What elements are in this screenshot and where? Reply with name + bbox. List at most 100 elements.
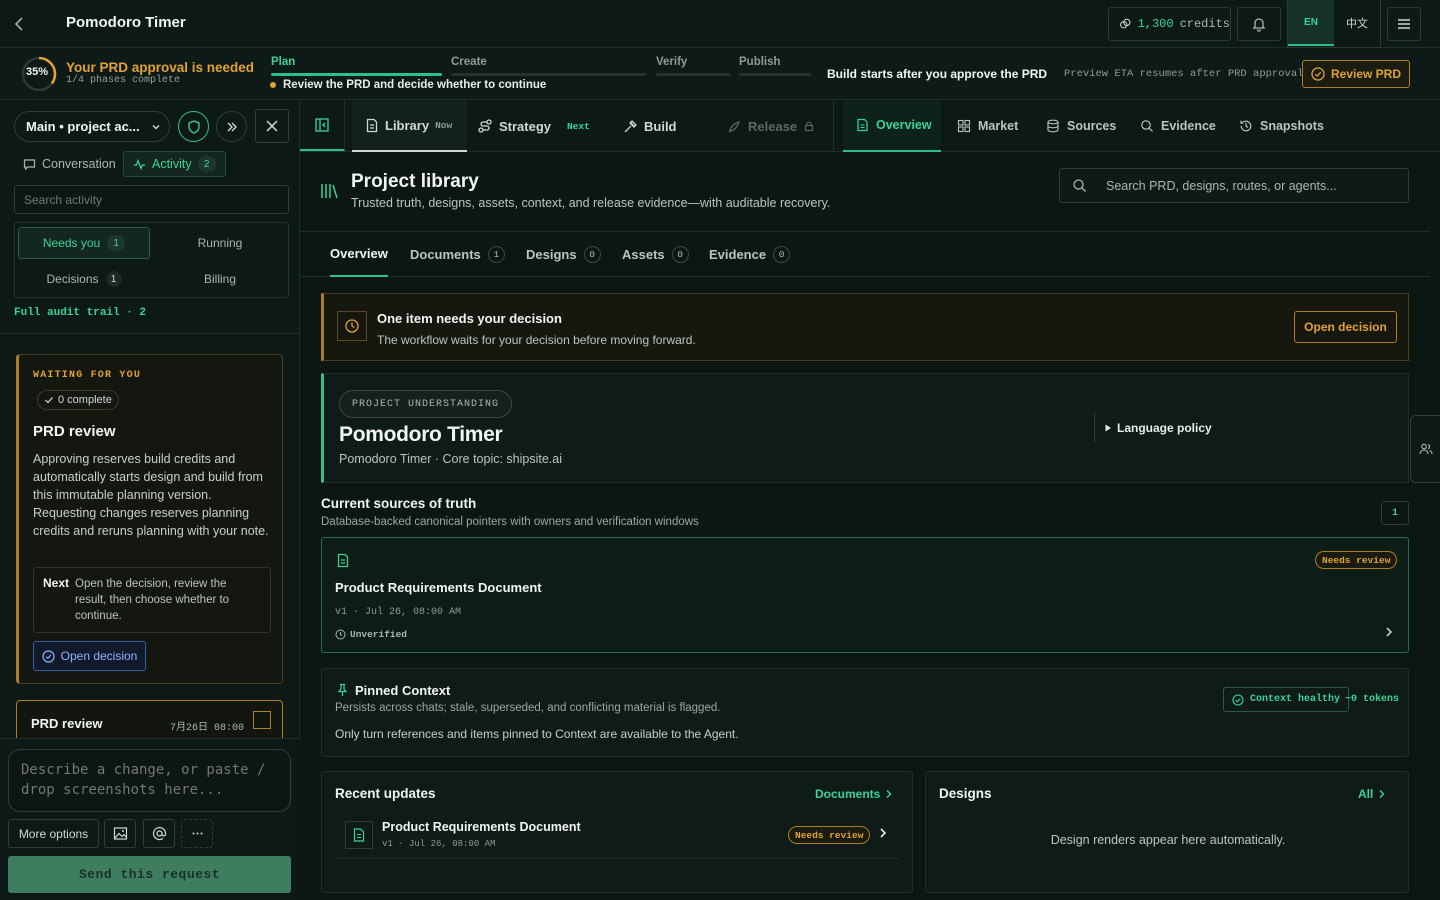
search-icon: [1073, 179, 1086, 192]
prd-source-card[interactable]: Product Requirements Document v1 · Jul 2…: [321, 537, 1409, 653]
tab-evidence-label: Evidence: [709, 247, 767, 262]
shield-button[interactable]: [178, 111, 209, 142]
waiting-body: Approving reserves build credits and aut…: [33, 452, 269, 538]
phase-verify-bar: [656, 73, 730, 76]
audit-trail-link[interactable]: Full audit trail · 2: [14, 307, 146, 319]
library-header: Project library Trusted truth, designs, …: [300, 152, 1430, 232]
credits-unit: credits: [1179, 17, 1230, 31]
open-decision-button[interactable]: Open decision: [1294, 311, 1397, 343]
check-circle-icon: [1232, 693, 1244, 706]
view-sources[interactable]: Sources: [1046, 100, 1116, 152]
sources-count: 1: [1381, 501, 1409, 525]
more-actions-button[interactable]: [181, 819, 213, 848]
next-step-box: Next Open the decision, review the resul…: [33, 567, 271, 633]
filter-decisions[interactable]: Decisions 1: [18, 263, 150, 295]
filter-running[interactable]: Running: [154, 227, 286, 259]
main-nav: Library Now Strategy Next Build Release …: [300, 100, 1440, 152]
people-panel-handle[interactable]: [1410, 415, 1440, 483]
expand-button[interactable]: [216, 111, 247, 142]
tab-assets[interactable]: Assets 0: [622, 232, 689, 277]
language-policy-toggle[interactable]: Language policy: [1104, 421, 1212, 435]
close-sidebar-button[interactable]: [255, 109, 289, 143]
sources-title: Current sources of truth: [321, 496, 477, 511]
tab-designs[interactable]: Designs 0: [526, 232, 601, 277]
project-subtitle: Pomodoro Timer · Core topic: shipsite.ai: [339, 452, 563, 466]
view-market[interactable]: Market: [957, 100, 1018, 152]
activity-count-badge: 2: [197, 156, 216, 172]
view-evidence[interactable]: Evidence: [1140, 100, 1216, 152]
ellipsis-icon: [192, 832, 202, 835]
phase-create-bar: [451, 73, 646, 76]
lang-en-button[interactable]: EN: [1288, 0, 1334, 46]
phase-verify[interactable]: Verify: [656, 56, 687, 68]
status-dot: [270, 82, 276, 88]
database-icon: [1047, 119, 1059, 133]
phase-publish[interactable]: Publish: [739, 56, 781, 68]
list-item[interactable]: Product Requirements Document v1 · Jul 2…: [335, 814, 899, 859]
page-subtitle: Trusted truth, designs, assets, context,…: [351, 196, 831, 210]
decision-title: One item needs your decision: [377, 311, 562, 326]
tab-release: Release: [727, 100, 815, 152]
next-label: Next: [43, 576, 70, 590]
documents-link[interactable]: Documents: [815, 787, 893, 801]
prd-review-item[interactable]: PRD review 7月26日 08:00: [16, 700, 283, 738]
phases-complete: 1/4 phases complete: [66, 75, 181, 86]
collapse-sidebar-button[interactable]: [300, 100, 345, 151]
activity-search-input[interactable]: [14, 185, 289, 214]
back-button[interactable]: [10, 14, 30, 34]
mention-button[interactable]: [143, 819, 175, 848]
filter-billing[interactable]: Billing: [154, 263, 286, 295]
tab-overview[interactable]: Overview: [330, 232, 388, 277]
tab-strategy-label: Strategy: [499, 118, 552, 134]
library-tabs: Overview Documents 1 Designs 0 Assets 0 …: [300, 232, 1430, 277]
designs-all-link[interactable]: All: [1358, 787, 1386, 801]
bell-icon: [1252, 18, 1266, 32]
view-snapshots[interactable]: Snapshots: [1239, 100, 1324, 152]
token-count: ~0 tokens: [1345, 694, 1400, 705]
build-starts-note: Build starts after you approve the PRD: [827, 67, 1048, 81]
tab-build-label: Build: [644, 118, 677, 134]
prd-review-item-title: PRD review: [31, 716, 103, 731]
tab-documents-count: 1: [487, 246, 505, 263]
project-selector[interactable]: Main • project ac...: [14, 111, 170, 142]
tab-library[interactable]: Library Now: [352, 100, 467, 152]
rocket-icon: [728, 120, 741, 132]
attach-image-button[interactable]: [104, 819, 136, 848]
chevron-right-icon: [886, 790, 892, 798]
waiting-card: WAITING FOR YOU 0 complete PRD review Ap…: [16, 354, 283, 684]
phase-create[interactable]: Create: [451, 56, 487, 68]
divider: [0, 333, 300, 334]
filter-needs-you[interactable]: Needs you 1: [18, 227, 150, 259]
clock-icon: [337, 311, 367, 341]
tab-documents[interactable]: Documents 1: [410, 232, 505, 277]
coins-icon: [1120, 18, 1131, 29]
more-options-button[interactable]: More options: [8, 819, 99, 848]
tab-evidence[interactable]: Evidence 0: [709, 232, 791, 277]
tab-strategy[interactable]: Strategy Next: [477, 100, 590, 152]
tab-build[interactable]: Build: [623, 100, 677, 152]
credits-button[interactable]: 1,300 credits: [1108, 7, 1231, 41]
phase-plan[interactable]: Plan: [271, 56, 295, 68]
chevron-down-icon: [152, 124, 160, 129]
tab-evidence-count: 0: [773, 246, 791, 263]
decision-subtitle: The workflow waits for your decision bef…: [377, 333, 696, 347]
open-decision-button[interactable]: Open decision: [33, 641, 146, 671]
review-prd-button[interactable]: Review PRD: [1302, 60, 1410, 88]
tab-strategy-tag: Next: [567, 120, 590, 132]
tab-conversation[interactable]: Conversation: [14, 151, 125, 177]
composer-input[interactable]: [8, 749, 291, 812]
designs-empty-state: Design renders appear here automatically…: [1050, 833, 1286, 847]
waiting-title: PRD review: [33, 423, 116, 440]
lang-zh-button[interactable]: 中文: [1334, 0, 1380, 46]
view-sources-label: Sources: [1067, 119, 1117, 133]
notifications-button[interactable]: [1237, 7, 1281, 41]
complete-chip-label: 0 complete: [58, 394, 112, 406]
menu-button[interactable]: [1387, 7, 1421, 41]
view-overview[interactable]: Overview: [843, 100, 941, 152]
send-request-button[interactable]: Send this request: [8, 856, 291, 893]
activity-icon: [134, 158, 145, 170]
designs-all-label: All: [1358, 787, 1374, 801]
tab-activity[interactable]: Activity 2: [123, 151, 226, 177]
library-search[interactable]: Search PRD, designs, routes, or agents..…: [1059, 168, 1409, 203]
view-overview-label: Overview: [876, 118, 932, 132]
